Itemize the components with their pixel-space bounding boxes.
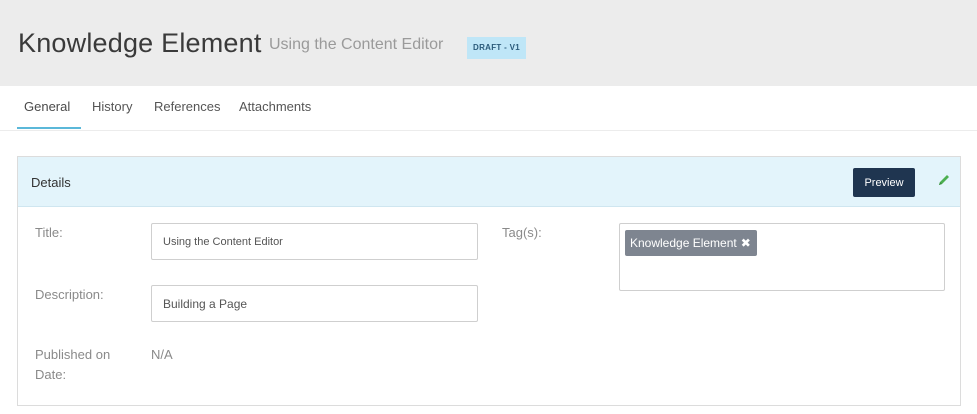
page-subtitle: Using the Content Editor: [269, 36, 444, 53]
title-input[interactable]: [151, 223, 478, 260]
details-panel-header: Details Preview: [18, 157, 960, 207]
description-label: Description:: [35, 287, 104, 302]
published-label-line1: Published on: [35, 347, 111, 362]
published-label-line2: Date:: [35, 367, 67, 382]
page-header: Knowledge Element Using the Content Edit…: [0, 0, 977, 86]
description-input[interactable]: [151, 285, 478, 322]
details-heading: Details: [31, 175, 71, 190]
title-label: Title:: [35, 225, 63, 240]
tab-references[interactable]: References: [154, 99, 220, 114]
tab-general[interactable]: General: [24, 99, 70, 114]
published-date-value: N/A: [151, 347, 173, 362]
pencil-icon[interactable]: [936, 172, 952, 188]
page-title: Knowledge Element: [18, 28, 262, 58]
details-panel: Details Preview Title: Description: Publ…: [17, 156, 961, 406]
tag-chip-label: Knowledge Element: [630, 236, 737, 250]
tags-input[interactable]: Knowledge Element ✖: [619, 223, 945, 291]
status-badge: DRAFT - V1: [467, 37, 526, 59]
published-date-label: Published on Date:: [35, 345, 110, 385]
preview-button[interactable]: Preview: [853, 168, 915, 197]
tag-remove-icon[interactable]: ✖: [741, 230, 751, 256]
tab-history[interactable]: History: [92, 99, 132, 114]
tab-bar: General History References Attachments: [0, 86, 977, 131]
tab-attachments[interactable]: Attachments: [239, 99, 311, 114]
active-tab-indicator: [17, 127, 81, 129]
tags-label: Tag(s):: [502, 225, 542, 240]
tag-chip: Knowledge Element ✖: [625, 230, 757, 256]
